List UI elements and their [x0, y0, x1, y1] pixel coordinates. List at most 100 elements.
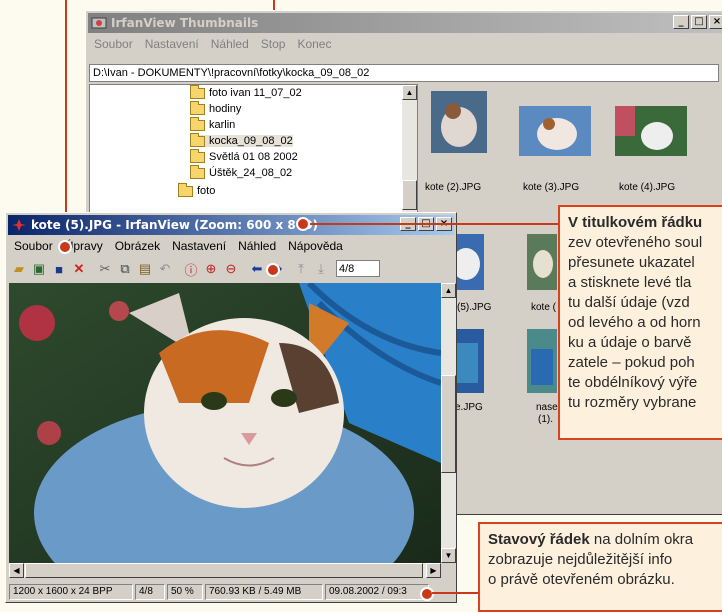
menu-nahled[interactable]: Náhled [232, 239, 282, 253]
kitten-photo [9, 283, 441, 563]
thumbnail-label: (5).JPG [457, 302, 492, 313]
menu-soubor[interactable]: Soubor [8, 239, 59, 253]
folder-icon [190, 148, 205, 163]
undo-icon[interactable]: ↶ [156, 260, 174, 278]
menu-stop[interactable]: Stop [255, 37, 292, 51]
last-icon[interactable]: ⤓ [312, 260, 330, 278]
minimize-button[interactable]: _ [673, 15, 689, 29]
callout-line-text: a stisknete levé tla [568, 274, 692, 291]
thumbnail-label: nase [536, 402, 558, 413]
tree-item[interactable]: foto ivan 11_07_02 [190, 85, 302, 99]
scroll-right-button[interactable]: ▶ [426, 563, 441, 578]
page-field[interactable] [336, 260, 380, 277]
open-icon[interactable]: ▰ [10, 260, 28, 278]
folder-icon [178, 182, 193, 197]
image-view [9, 283, 441, 563]
tree-item[interactable]: Světlá 01 08 2002 [190, 148, 298, 163]
callout-line-text: o právě otevřeném obrázku. [488, 571, 675, 588]
menu-napoveda[interactable]: Nápověda [282, 239, 349, 253]
callout-line-text: přesunete ukazatel [568, 254, 695, 271]
thumbnail-label: e.JPG [455, 402, 483, 413]
cut-icon[interactable]: ✂ [96, 260, 114, 278]
thumbnail-image[interactable] [527, 234, 557, 290]
thumbnail-label: (1). [538, 414, 553, 425]
thumbnail-image[interactable] [527, 329, 557, 393]
paste-icon[interactable]: ▤ [136, 260, 154, 278]
thumbnail-image[interactable] [615, 106, 687, 156]
scroll-thumb[interactable] [402, 180, 417, 210]
status-size: 760.93 KB / 5.49 MB [205, 584, 323, 600]
viewer-window: kote (5).JPG - IrfanView (Zoom: 600 x 80… [5, 212, 457, 603]
scroll-down-button[interactable]: ▼ [441, 548, 456, 563]
thumbnail-label: kote ( [531, 302, 557, 313]
viewer-titlebar[interactable]: kote (5).JPG - IrfanView (Zoom: 600 x 80… [8, 215, 454, 235]
status-bar: 1200 x 1600 x 24 BPP 4/8 50 % 760.93 KB … [9, 584, 429, 600]
delete-icon[interactable]: ✕ [70, 260, 88, 278]
previous-icon[interactable]: ⬅ [248, 260, 266, 278]
thumbnail-image[interactable] [431, 91, 487, 153]
folder-icon [190, 164, 205, 179]
thumbnail-label: kote (4).JPG [619, 182, 676, 193]
maximize-button[interactable]: □ [691, 15, 707, 29]
callout-line-text: od levého a od horn [568, 314, 701, 331]
tree-item[interactable]: foto [178, 182, 215, 197]
info-icon[interactable]: ⓘ [182, 260, 200, 278]
close-button[interactable]: × [709, 15, 722, 29]
thumbnail-image[interactable] [519, 106, 591, 156]
first-icon[interactable]: ⤒ [292, 260, 310, 278]
status-page: 4/8 [135, 584, 165, 600]
menu-nastaveni[interactable]: Nastavení [166, 239, 232, 253]
callout-line-text: tu další údaje (vzd [568, 294, 690, 311]
folder-icon [190, 116, 205, 131]
scroll-up-button[interactable]: ▲ [402, 85, 417, 100]
slideshow-icon[interactable]: ▣ [30, 260, 48, 278]
window-title: IrfanView Thumbnails [111, 16, 259, 30]
tree-item[interactable]: hodiny [190, 100, 241, 115]
callout-line-text: zatele – pokud poh [568, 354, 695, 371]
title-callout: V titulkovém řádku zev otevřeného soul p… [558, 205, 722, 440]
callout-line-text: zobrazuje nejdůležitější info [488, 551, 673, 568]
callout-marker [296, 217, 310, 231]
status-callout: Stavový řádek na dolním okra zobrazuje n… [478, 522, 722, 612]
menu-obrazek[interactable]: Obrázek [109, 239, 166, 253]
callout-line-text: zev otevřeného soul [568, 234, 703, 251]
thumbnails-menubar: Soubor Nastavení Náhled Stop Konec [88, 35, 722, 53]
zoom-out-icon[interactable]: ⊖ [222, 260, 240, 278]
thumbnail-label: kote (2).JPG [425, 182, 482, 193]
tree-item-selected[interactable]: kocka_09_08_02 [190, 132, 293, 147]
folder-icon [190, 100, 205, 115]
menu-soubor[interactable]: Soubor [88, 37, 139, 51]
path-field[interactable]: D:\Ivan - DOKUMENTY\!pracovní\fotky\kock… [89, 64, 719, 82]
scroll-thumb[interactable] [441, 375, 456, 473]
callout-line-text: tu rozměry vybrane [568, 394, 697, 411]
copy-icon[interactable]: ⧉ [116, 260, 134, 278]
viewer-menubar: Soubor Úpravy Obrázek Nastavení Náhled N… [8, 237, 454, 255]
callout-line [65, 0, 67, 245]
image-horizontal-scrollbar[interactable]: ◀ ▶ [9, 563, 441, 578]
folder-icon [190, 85, 205, 99]
scroll-up-button[interactable]: ▲ [441, 283, 456, 298]
callout-line-text: te obdélníkový výře [568, 374, 698, 391]
tree-item[interactable]: Úštěk_24_08_02 [190, 164, 292, 179]
menu-nastaveni[interactable]: Nastavení [139, 37, 205, 51]
callout-marker [58, 240, 72, 254]
status-date: 09.08.2002 / 09:3 [325, 584, 429, 600]
tree-scrollbar[interactable]: ▲ [402, 85, 417, 225]
callout-line [310, 223, 560, 225]
tree-item[interactable]: karlin [190, 116, 235, 131]
scroll-thumb[interactable] [25, 563, 423, 578]
irfanview-icon [12, 219, 26, 231]
viewer-toolbar: ▰ ▣ ■ ✕ ✂ ⧉ ▤ ↶ ⓘ ⊕ ⊖ ⬅ ➡ ⤒ ⤓ [8, 257, 454, 281]
menu-nahled[interactable]: Náhled [205, 37, 255, 51]
callout-line-text: ku a údaje o barvě [568, 334, 692, 351]
save-icon[interactable]: ■ [50, 260, 68, 278]
image-vertical-scrollbar[interactable]: ▲ ▼ [441, 283, 456, 563]
zoom-in-icon[interactable]: ⊕ [202, 260, 220, 278]
window-title: kote (5).JPG - IrfanView (Zoom: 600 x 80… [31, 218, 318, 232]
thumbnails-titlebar[interactable]: IrfanView Thumbnails _ □ × [88, 13, 722, 33]
callout-line [432, 592, 480, 594]
status-zoom: 50 % [167, 584, 203, 600]
callout-heading: V titulkovém řádku [568, 214, 703, 231]
menu-konec[interactable]: Konec [291, 37, 337, 51]
scroll-left-button[interactable]: ◀ [9, 563, 24, 578]
